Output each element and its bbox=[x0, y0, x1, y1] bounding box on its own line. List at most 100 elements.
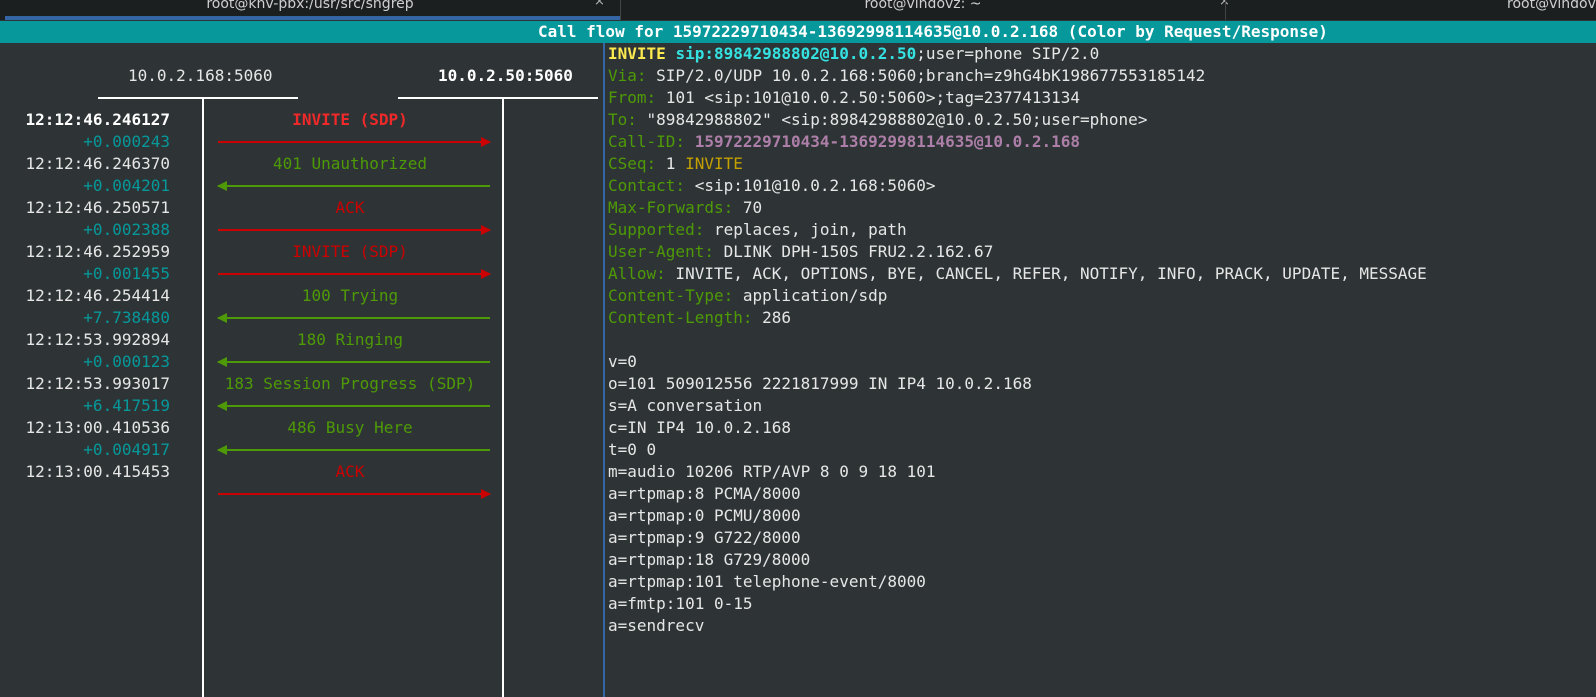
sip-header-line: User-Agent: DLINK DPH-150S FRU2.2.162.67 bbox=[608, 241, 1593, 263]
host-right: 10.0.2.50:5060 bbox=[438, 66, 573, 85]
sip-header-line: Call-ID: 15972229710434-13692998114635@1… bbox=[608, 131, 1593, 153]
request-method: INVITE bbox=[608, 44, 666, 63]
message-label[interactable]: 180 Ringing bbox=[205, 329, 495, 351]
message-delta: +0.004201 bbox=[83, 176, 170, 195]
message-delta: +0.000243 bbox=[83, 132, 170, 151]
sip-header-name: To: bbox=[608, 110, 637, 129]
message-timestamp[interactable]: 12:12:46.246370 bbox=[0, 153, 171, 175]
sip-header-line: Contact: <sip:101@10.0.2.168:5060> bbox=[608, 175, 1593, 197]
sdp-line: v=0 bbox=[608, 352, 637, 371]
host-left-underline bbox=[98, 97, 298, 99]
sip-header-value: application/sdp bbox=[733, 286, 888, 305]
arrow-left[interactable] bbox=[217, 313, 490, 323]
sip-header-name: Contact: bbox=[608, 176, 686, 195]
arrow-right[interactable] bbox=[218, 137, 491, 147]
message-delta: +0.000123 bbox=[83, 352, 170, 371]
sip-header-name: Content-Type: bbox=[608, 286, 734, 305]
message-label[interactable]: 183 Session Progress (SDP) bbox=[205, 373, 495, 395]
message-timestamp[interactable]: 12:12:53.992894 bbox=[0, 329, 171, 351]
tab-separator bbox=[1225, 0, 1226, 20]
sip-header-line: From: 101 <sip:101@10.0.2.50:5060>;tag=2… bbox=[608, 87, 1593, 109]
message-timestamp[interactable]: 12:12:46.246127 bbox=[0, 109, 171, 131]
message-delta: +7.738480 bbox=[83, 308, 170, 327]
sip-header-line: Content-Type: application/sdp bbox=[608, 285, 1593, 307]
message-label[interactable]: 401 Unauthorized bbox=[205, 153, 495, 175]
sdp-line bbox=[608, 329, 1593, 351]
sip-header-value: 70 bbox=[733, 198, 763, 217]
message-label[interactable]: ACK bbox=[205, 461, 495, 483]
sdp-line: a=rtpmap:18 G729/8000 bbox=[608, 550, 811, 569]
message-label[interactable]: 486 Busy Here bbox=[205, 417, 495, 439]
tab-close-icon[interactable]: × bbox=[594, 0, 605, 8]
sdp-line: a=fmtp:101 0-15 bbox=[608, 594, 753, 613]
sdp-line: a=rtpmap:8 PCMA/8000 bbox=[608, 484, 801, 503]
sdp-line: a=rtpmap:0 PCMU/8000 bbox=[608, 506, 801, 525]
message-label[interactable]: 100 Trying bbox=[205, 285, 495, 307]
sip-header-value: 1 bbox=[656, 154, 686, 173]
sip-header-value: 15972229710434-13692998114635@10.0.2.168 bbox=[685, 132, 1081, 151]
arrow-left[interactable] bbox=[217, 181, 490, 191]
sip-header-name: Allow: bbox=[608, 264, 666, 283]
host-left: 10.0.2.168:5060 bbox=[128, 66, 273, 85]
sip-header-name: Content-Length: bbox=[608, 308, 753, 327]
sip-header-name: User-Agent: bbox=[608, 242, 714, 261]
message-delta: +6.417519 bbox=[83, 396, 170, 415]
sip-header-name: Call-ID: bbox=[608, 132, 686, 151]
message-delta: +0.001455 bbox=[83, 264, 170, 283]
message-label[interactable]: ACK bbox=[205, 197, 495, 219]
sip-header-value: DLINK DPH-150S FRU2.2.162.67 bbox=[713, 242, 994, 261]
sdp-line: a=rtpmap:101 telephone-event/8000 bbox=[608, 572, 926, 591]
arrow-left[interactable] bbox=[217, 357, 490, 367]
sdp-line: t=0 0 bbox=[608, 440, 657, 459]
request-uri: sip:89842988802@10.0.2.50 bbox=[675, 44, 917, 63]
sip-header-name: Via: bbox=[608, 66, 647, 85]
request-line-rest: ;user=phone SIP/2.0 bbox=[916, 44, 1100, 63]
arrow-left[interactable] bbox=[217, 401, 490, 411]
arrow-left[interactable] bbox=[217, 445, 490, 455]
message-timestamp[interactable]: 12:12:46.252959 bbox=[0, 241, 171, 263]
sip-header-value: <sip:101@10.0.2.168:5060> bbox=[685, 176, 936, 195]
arrow-right[interactable] bbox=[218, 225, 491, 235]
sdp-line: c=IN IP4 10.0.2.168 bbox=[608, 418, 792, 437]
message-label[interactable]: INVITE (SDP) bbox=[205, 241, 495, 263]
pane-divider[interactable] bbox=[603, 43, 605, 697]
terminal-tab-bar: root@knv-pbx:/usr/src/sngrep × root@vind… bbox=[0, 0, 1596, 20]
sip-header-value: replaces, join, path bbox=[704, 220, 907, 239]
sdp-line: a=rtpmap:9 G722/8000 bbox=[608, 528, 801, 547]
sip-header-line: Via: SIP/2.0/UDP 10.0.2.168:5060;branch=… bbox=[608, 65, 1593, 87]
message-timestamp[interactable]: 12:12:46.250571 bbox=[0, 197, 171, 219]
tab-vindovz[interactable]: root@vindovz: ~ × bbox=[621, 0, 1229, 20]
message-timestamp[interactable]: 12:13:00.410536 bbox=[0, 417, 171, 439]
message-timestamp[interactable]: 12:12:46.254414 bbox=[0, 285, 171, 307]
message-timestamp[interactable]: 12:13:00.415453 bbox=[0, 461, 171, 483]
sip-header-value: SIP/2.0/UDP 10.0.2.168:5060;branch=z9hG4… bbox=[646, 66, 1206, 85]
call-flow-title-bar: Call flow for 15972229710434-13692998114… bbox=[0, 21, 1596, 43]
sip-header-name: Supported: bbox=[608, 220, 705, 239]
arrow-right[interactable] bbox=[218, 269, 491, 279]
tab-label: root@knv-pbx:/usr/src/sngrep bbox=[206, 0, 414, 12]
sip-header-line: CSeq: 1 INVITE bbox=[608, 153, 1593, 175]
tab-vindovz-2[interactable]: root@vindovz bbox=[1507, 0, 1596, 20]
tab-label: root@vindovz: ~ bbox=[864, 0, 982, 12]
arrow-right[interactable] bbox=[218, 489, 491, 499]
sip-header-line: Content-Length: 286 bbox=[608, 307, 1593, 329]
sip-header-line: Max-Forwards: 70 bbox=[608, 197, 1593, 219]
sdp-line: o=101 509012556 2221817999 IN IP4 10.0.2… bbox=[608, 374, 1032, 393]
sdp-line: m=audio 10206 RTP/AVP 8 0 9 18 101 bbox=[608, 462, 936, 481]
sip-header-name: Max-Forwards: bbox=[608, 198, 734, 217]
sdp-line: a=sendrecv bbox=[608, 616, 705, 635]
tab-label: root@vindovz bbox=[1507, 0, 1596, 12]
message-delta: +0.002388 bbox=[83, 220, 170, 239]
message-timestamp[interactable]: 12:12:53.993017 bbox=[0, 373, 171, 395]
raw-message-panel: INVITE sip:89842988802@10.0.2.50;user=ph… bbox=[608, 43, 1593, 637]
page-title: Call flow for 15972229710434-13692998114… bbox=[538, 22, 1328, 41]
sip-header-value: "89842988802" <sip:89842988802@10.0.2.50… bbox=[636, 110, 1148, 129]
lifeline-left bbox=[202, 98, 204, 697]
sip-header-value: 286 bbox=[752, 308, 792, 327]
sip-header-name: CSeq: bbox=[608, 154, 657, 173]
sdp-line: s=A conversation bbox=[608, 396, 763, 415]
message-label[interactable]: INVITE (SDP) bbox=[205, 109, 495, 131]
cseq-method: INVITE bbox=[685, 154, 743, 173]
sip-header-line: Allow: INVITE, ACK, OPTIONS, BYE, CANCEL… bbox=[608, 263, 1593, 285]
active-tab-indicator bbox=[5, 16, 620, 20]
